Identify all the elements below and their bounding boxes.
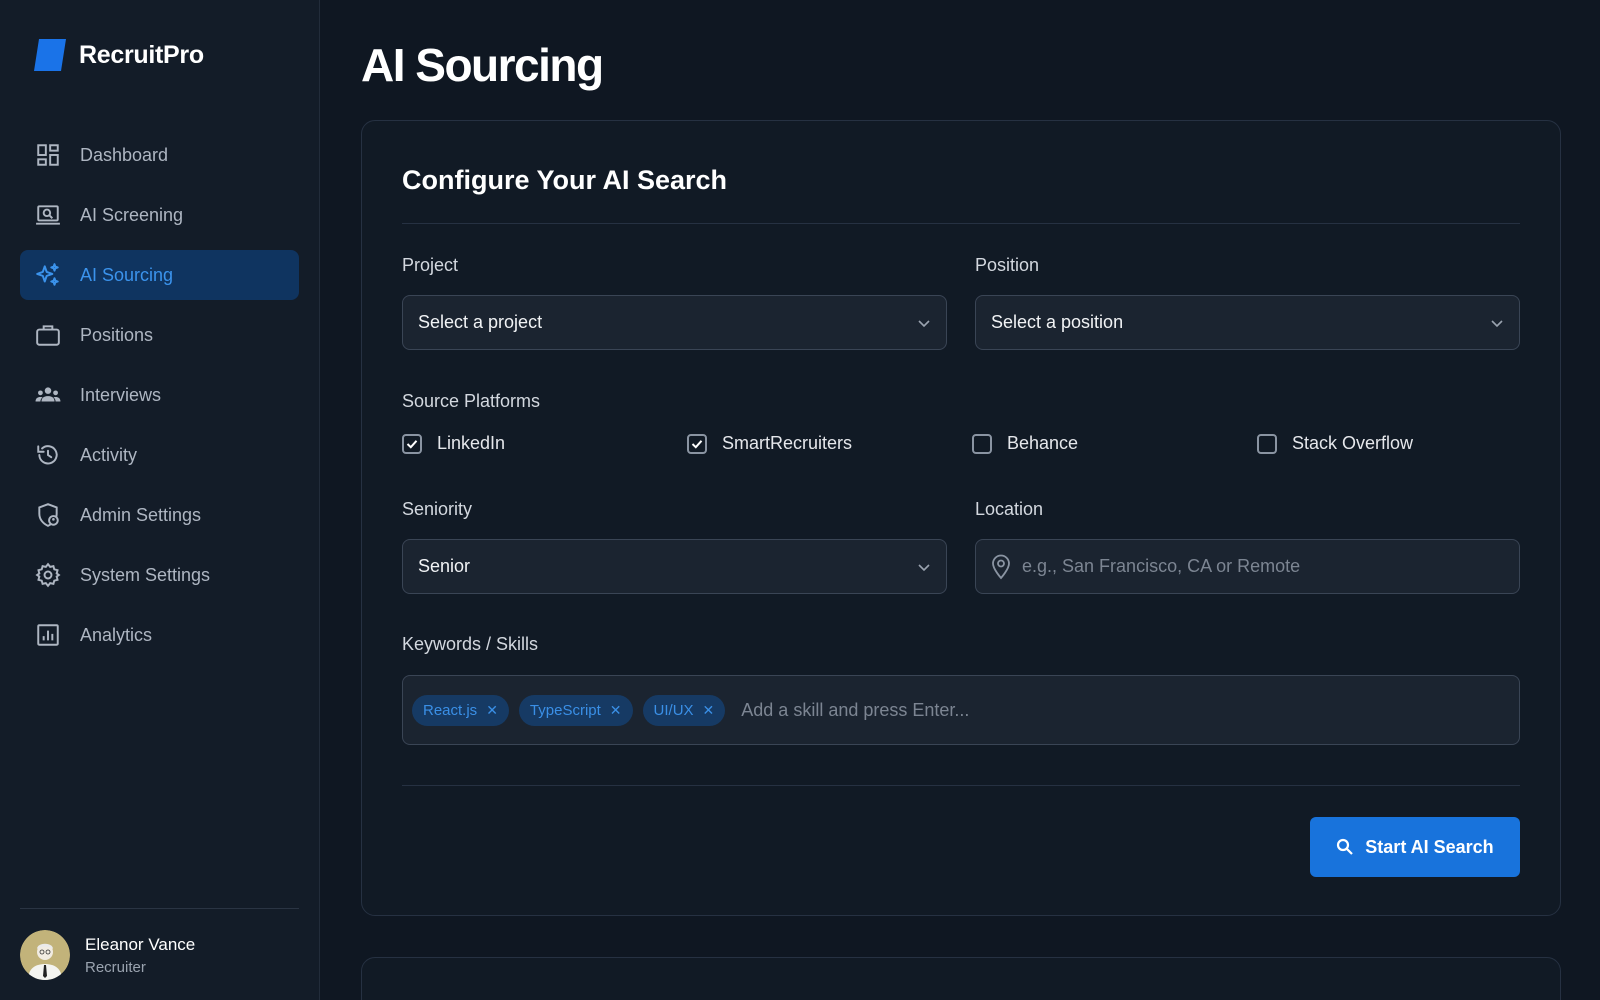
project-label: Project [402, 255, 459, 275]
skill-tag: TypeScript ✕ [518, 694, 633, 726]
sidebar-item-analytics[interactable]: Analytics [20, 610, 299, 660]
briefcase-icon [34, 321, 62, 349]
sidebar-item-ai-screening[interactable]: AI Screening [20, 190, 299, 240]
sidebar-item-dashboard[interactable]: Dashboard [20, 130, 299, 180]
sidebar-item-label: AI Sourcing [80, 264, 174, 285]
search-config-card: Configure Your AI Search Project Select … [361, 120, 1561, 916]
sidebar-item-label: Admin Settings [80, 504, 202, 525]
sidebar-nav: Dashboard AI Screening AI Sourcing Posit… [20, 130, 299, 670]
card-divider [402, 785, 1520, 786]
map-pin-icon [992, 554, 1010, 579]
sidebar-item-label: Activity [80, 444, 138, 465]
checkbox-checked[interactable] [402, 433, 422, 454]
analytics-icon [34, 621, 62, 649]
check-icon [691, 439, 703, 449]
project-select[interactable]: Select a project [402, 295, 947, 350]
chevron-down-icon [918, 320, 930, 328]
chevron-down-icon [918, 564, 930, 572]
brand-name: RecruitPro [79, 40, 204, 69]
chevron-down-icon [1491, 320, 1503, 328]
platform-checkbox-linkedin[interactable]: LinkedIn [402, 433, 505, 454]
user-role: Recruiter [85, 958, 146, 976]
sidebar-item-label: Positions [80, 324, 154, 345]
keywords-label: Keywords / Skills [402, 634, 539, 654]
close-icon[interactable]: ✕ [486, 702, 498, 719]
sidebar-item-activity[interactable]: Activity [20, 430, 299, 480]
position-select-value: Select a position [991, 312, 1124, 332]
sidebar-item-interviews[interactable]: Interviews [20, 370, 299, 420]
keywords-input[interactable] [741, 699, 1442, 721]
keywords-field: React.js ✕ TypeScript ✕ UI/UX ✕ [402, 675, 1520, 745]
skill-tag-label: TypeScript [529, 701, 601, 719]
page-title: AI Sourcing [361, 39, 604, 91]
gear-icon [34, 561, 62, 589]
sidebar-item-positions[interactable]: Positions [20, 310, 299, 360]
platforms-group: LinkedIn SmartRecruiters Behance Stack O… [402, 433, 1520, 457]
card-title: Configure Your AI Search [402, 165, 728, 195]
platform-checkbox-stack-overflow[interactable]: Stack Overflow [1257, 433, 1413, 454]
sidebar-item-label: AI Screening [80, 204, 184, 225]
platform-checkbox-smartrecruiters[interactable]: SmartRecruiters [687, 433, 852, 454]
close-icon[interactable]: ✕ [703, 702, 715, 719]
seniority-select-value: Senior [418, 556, 471, 576]
start-ai-search-label: Start AI Search [1365, 836, 1494, 857]
check-icon [406, 439, 418, 449]
seniority-select[interactable]: Senior [402, 539, 947, 594]
platform-checkbox-behance[interactable]: Behance [972, 433, 1078, 454]
people-icon [34, 381, 62, 409]
location-field [975, 539, 1520, 594]
sidebar-item-label: Interviews [80, 384, 162, 405]
sidebar: RecruitPro Dashboard AI Screening AI Sou… [0, 0, 320, 1000]
checkbox-checked[interactable] [687, 433, 707, 454]
platform-label: LinkedIn [437, 433, 506, 453]
admin-shield-icon [34, 501, 62, 529]
search-icon [1337, 838, 1354, 855]
location-input[interactable] [1022, 556, 1502, 577]
sidebar-divider [20, 908, 299, 909]
sidebar-item-label: Analytics [80, 624, 153, 645]
close-icon[interactable]: ✕ [610, 702, 622, 719]
results-card [361, 957, 1561, 1000]
history-icon [34, 441, 62, 469]
start-ai-search-button[interactable]: Start AI Search [1310, 817, 1520, 877]
sidebar-item-label: System Settings [80, 564, 211, 585]
position-select[interactable]: Select a position [975, 295, 1520, 350]
brand[interactable]: RecruitPro [34, 38, 204, 72]
user-profile[interactable]: Eleanor Vance Recruiter [20, 930, 195, 980]
project-select-value: Select a project [418, 312, 543, 332]
sidebar-item-label: Dashboard [80, 144, 169, 165]
screening-icon [34, 201, 62, 229]
checkbox-unchecked[interactable] [1257, 433, 1277, 454]
card-divider [402, 223, 1520, 224]
avatar [20, 930, 70, 980]
sidebar-item-admin-settings[interactable]: Admin Settings [20, 490, 299, 540]
dashboard-icon [34, 141, 62, 169]
skill-tag: React.js ✕ [412, 694, 509, 726]
sidebar-item-ai-sourcing[interactable]: AI Sourcing [20, 250, 299, 300]
skill-tag: UI/UX ✕ [642, 694, 726, 726]
user-name: Eleanor Vance [85, 934, 196, 954]
checkbox-unchecked[interactable] [972, 433, 992, 454]
skill-tag-label: React.js [423, 701, 478, 719]
sparkle-icon [34, 261, 62, 289]
platform-label: SmartRecruiters [722, 433, 853, 453]
platform-label: Stack Overflow [1292, 433, 1414, 453]
seniority-label: Seniority [402, 499, 473, 519]
position-label: Position [975, 255, 1040, 275]
brand-logo-icon [34, 39, 66, 71]
location-label: Location [975, 499, 1044, 519]
platforms-label: Source Platforms [402, 391, 541, 411]
platform-label: Behance [1007, 433, 1079, 453]
skill-tag-label: UI/UX [653, 701, 694, 719]
sidebar-item-system-settings[interactable]: System Settings [20, 550, 299, 600]
